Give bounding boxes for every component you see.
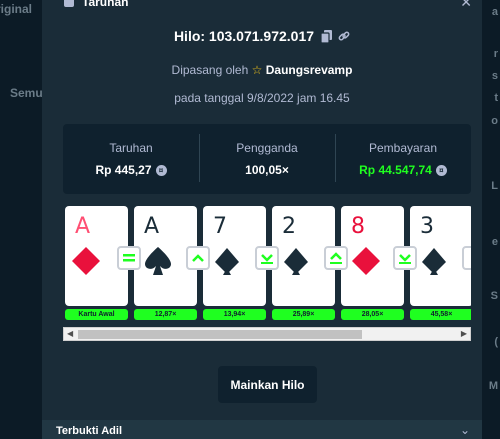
card-multiplier-badge: Kartu Awal — [65, 309, 128, 320]
guess-lower-icon — [255, 246, 279, 270]
background-text-original: riginal — [0, 2, 33, 16]
club-icon — [213, 246, 241, 281]
bet-id: Hilo: 103.071.972.017 — [173, 28, 315, 44]
currency-icon: ¤ — [155, 164, 167, 176]
bet-stats-panel: Taruhan Rp 445,27 ¤ Pengganda 100,05× Pe… — [63, 124, 471, 194]
modal-title: Taruhan — [82, 0, 129, 9]
placed-by-row: Dipasang oleh ☆ Daungsrevamp — [42, 63, 482, 77]
scrollbar-thumb[interactable] — [78, 330, 362, 339]
guess-higher-equal-icon — [324, 246, 348, 270]
stat-label: Taruhan — [109, 141, 153, 155]
card-rank: 7 — [213, 214, 227, 239]
card-rank: A — [144, 214, 160, 239]
provably-fair-section[interactable]: Terbukti Adil ⌄ — [42, 420, 482, 439]
guess-equal-icon — [117, 246, 141, 270]
club-icon — [420, 246, 448, 281]
card-multiplier-badge: 12,87× — [134, 309, 197, 320]
multiplier-value: 100,05× — [245, 163, 289, 177]
stat-value: Rp 44.547,74 ¤ — [359, 163, 447, 177]
provably-fair-label: Terbukti Adil — [56, 425, 122, 437]
bet-ticket-icon — [64, 0, 74, 7]
background-letter: L — [491, 180, 498, 192]
background-letter: e — [491, 236, 498, 248]
diamond-icon — [351, 246, 381, 281]
spade-icon — [144, 246, 172, 281]
stat-value: Rp 445,27 ¤ — [95, 163, 167, 177]
background-letter: o — [491, 115, 498, 127]
background-letter: a — [491, 6, 498, 18]
horizontal-scrollbar[interactable]: ◀ ▶ — [63, 327, 471, 341]
card-multiplier-badge: 25,89× — [272, 309, 335, 320]
diamond-icon — [71, 246, 101, 281]
stat-label: Pengganda — [236, 141, 298, 155]
bet-amount-value: Rp 445,27 — [95, 163, 152, 177]
star-icon: ☆ — [251, 63, 263, 77]
card-multiplier-badge: 13,94× — [203, 309, 266, 320]
background-letter: r — [493, 48, 498, 60]
background-left-panel — [0, 0, 42, 439]
bet-id-row: Hilo: 103.071.972.017 — [42, 26, 482, 46]
payout-value: Rp 44.547,74 — [359, 163, 432, 177]
background-letter: s — [491, 70, 498, 82]
guess-higher-icon — [186, 246, 210, 270]
copy-icon[interactable] — [320, 29, 332, 43]
card-multiplier-badge: 28,05× — [341, 309, 404, 320]
guess-lower-equal-icon — [393, 246, 417, 270]
card-multiplier-badge: 45,58× — [410, 309, 471, 320]
club-icon — [282, 246, 310, 281]
stat-bet-amount: Taruhan Rp 445,27 ¤ — [63, 124, 199, 194]
scroll-right-arrow-icon[interactable]: ▶ — [461, 329, 467, 338]
background-letter: M — [488, 380, 498, 392]
background-right-panel — [482, 0, 500, 439]
guess-partial-icon — [462, 246, 471, 270]
stat-label: Pembayaran — [368, 141, 438, 155]
placed-by-username[interactable]: Daungsrevamp — [266, 63, 353, 77]
card-rank: 2 — [282, 214, 296, 239]
placed-date: pada tanggal 9/8/2022 jam 16.45 — [174, 91, 350, 105]
modal-header: Taruhan ✕ — [42, 0, 482, 12]
background-letter: t — [494, 92, 498, 104]
background-letter: S — [490, 290, 498, 302]
background-letter: ( — [494, 336, 498, 348]
stat-multiplier: Pengganda 100,05× — [199, 124, 335, 194]
card-rank: 3 — [420, 214, 434, 239]
background-text-semua: Semu — [10, 86, 43, 100]
play-hilo-button[interactable]: Mainkan Hilo — [218, 366, 317, 403]
cards-history-scroller[interactable]: A Kartu Awal A 12,87× 7 13,94× 2 25,89× … — [63, 206, 471, 344]
card-rank: 8 — [351, 214, 365, 239]
close-icon[interactable]: ✕ — [460, 0, 472, 11]
link-icon[interactable] — [338, 29, 350, 43]
currency-icon: ¤ — [435, 164, 447, 176]
chevron-down-icon[interactable]: ⌄ — [460, 423, 470, 437]
card-rank: A — [75, 214, 91, 239]
bet-detail-modal: Taruhan ✕ Hilo: 103.071.972.017 Dipasang… — [42, 0, 482, 439]
stat-payout: Pembayaran Rp 44.547,74 ¤ — [335, 124, 471, 194]
scroll-left-arrow-icon[interactable]: ◀ — [67, 329, 73, 338]
placed-by-label: Dipasang oleh — [171, 63, 249, 77]
